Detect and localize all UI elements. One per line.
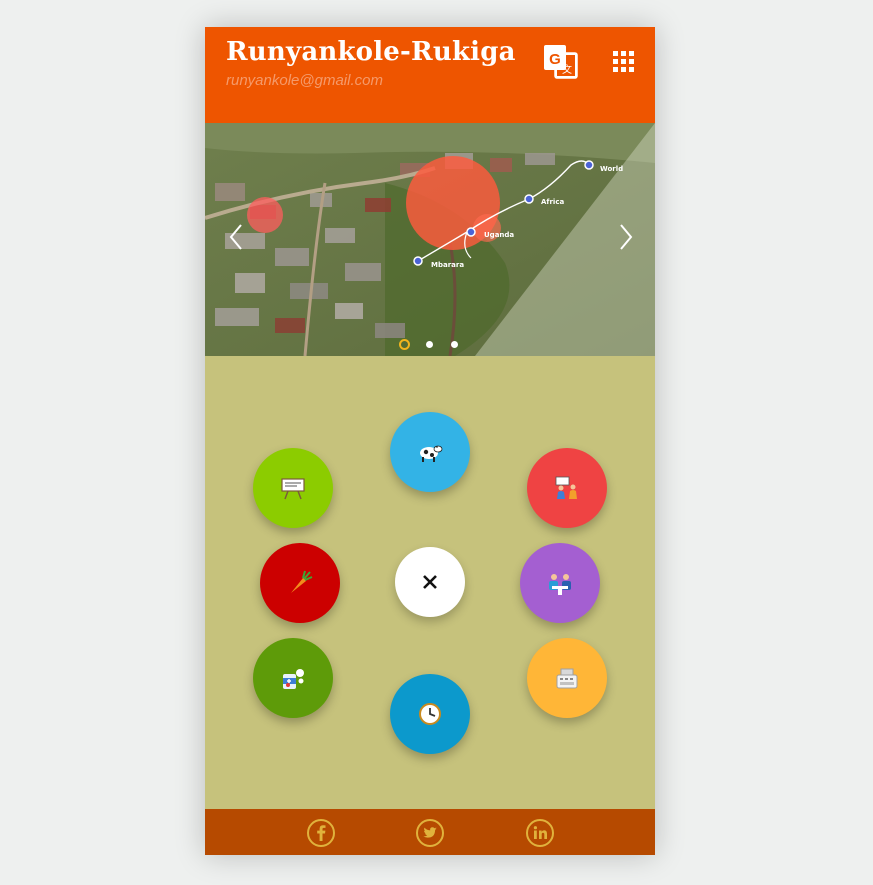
meeting-button[interactable] bbox=[520, 543, 600, 623]
cash-register-icon bbox=[556, 668, 578, 689]
google-translate-icon[interactable]: G 文 bbox=[543, 44, 579, 80]
food-button[interactable] bbox=[260, 543, 340, 623]
app-title: Runyankole-Rukiga bbox=[226, 37, 516, 67]
slide-dot-1[interactable] bbox=[399, 339, 410, 350]
slide-indicators bbox=[399, 339, 463, 351]
close-menu-button[interactable] bbox=[395, 547, 465, 617]
image-slider[interactable]: World Africa Uganda Mbarara bbox=[205, 123, 655, 356]
facebook-icon[interactable] bbox=[306, 818, 336, 848]
grid-icon[interactable] bbox=[611, 49, 639, 77]
livestock-button[interactable] bbox=[390, 412, 470, 492]
meeting-icon bbox=[549, 574, 571, 595]
carrot-icon bbox=[291, 570, 313, 593]
svg-text:G: G bbox=[549, 51, 561, 68]
cow-icon bbox=[420, 445, 443, 462]
slide-dot-3[interactable] bbox=[451, 341, 458, 348]
linkedin-icon[interactable] bbox=[525, 818, 555, 848]
teaching-button[interactable] bbox=[527, 448, 607, 528]
close-icon bbox=[423, 575, 437, 589]
health-button[interactable] bbox=[253, 638, 333, 718]
map-label-mbarara: Mbarara bbox=[431, 261, 464, 269]
education-button[interactable] bbox=[253, 448, 333, 528]
social-footer bbox=[205, 809, 655, 855]
commerce-button[interactable] bbox=[527, 638, 607, 718]
aerial-town-image: World Africa Uganda Mbarara bbox=[205, 123, 655, 356]
classroom-board-icon bbox=[281, 478, 305, 500]
chevron-left-icon[interactable] bbox=[227, 222, 247, 252]
chevron-right-icon[interactable] bbox=[615, 222, 635, 252]
map-label-africa: Africa bbox=[541, 198, 564, 206]
medicine-icon bbox=[283, 669, 304, 689]
map-label-world: World bbox=[600, 165, 623, 173]
contact-email[interactable]: runyankole@gmail.com bbox=[226, 72, 383, 89]
time-button[interactable] bbox=[390, 674, 470, 754]
clock-icon bbox=[419, 703, 441, 725]
category-menu bbox=[205, 356, 655, 809]
app-header: Runyankole-Rukiga runyankole@gmail.com G… bbox=[205, 27, 655, 123]
svg-text:文: 文 bbox=[562, 63, 572, 76]
slide-dot-2[interactable] bbox=[426, 341, 433, 348]
app-screen: Runyankole-Rukiga runyankole@gmail.com G… bbox=[205, 27, 655, 855]
twitter-icon[interactable] bbox=[415, 818, 445, 848]
map-label-uganda: Uganda bbox=[484, 231, 514, 239]
teacher-student-icon bbox=[555, 476, 577, 499]
